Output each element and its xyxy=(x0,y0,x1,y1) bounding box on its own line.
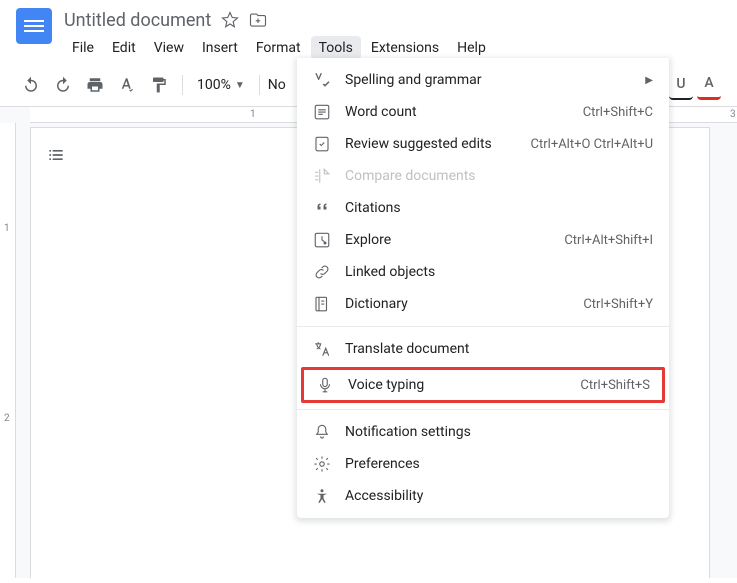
vertical-ruler[interactable]: 123 xyxy=(0,123,16,578)
font-family-truncated[interactable]: No xyxy=(268,77,286,93)
menu-item-label: Voice typing xyxy=(348,377,566,393)
menu-tools[interactable]: Tools xyxy=(311,36,361,60)
menu-item-shortcut: Ctrl+Alt+O Ctrl+Alt+U xyxy=(531,137,653,152)
ruler-tick: 3 xyxy=(730,109,736,120)
menu-item-accessibility[interactable]: Accessibility xyxy=(297,480,669,512)
menu-item-shortcut: Ctrl+Alt+Shift+I xyxy=(564,233,653,248)
linked-icon xyxy=(313,263,331,281)
move-icon[interactable] xyxy=(249,11,267,29)
document-title[interactable]: Untitled document xyxy=(64,10,211,31)
spellcheck-button[interactable] xyxy=(112,70,142,100)
menu-item-voice-typing[interactable]: Voice typing Ctrl+Shift+S xyxy=(301,367,665,403)
menu-help[interactable]: Help xyxy=(449,36,494,60)
redo-button[interactable] xyxy=(48,70,78,100)
menu-item-linked-objects[interactable]: Linked objects xyxy=(297,256,669,288)
chevron-down-icon: ▼ xyxy=(235,80,245,91)
text-color-button[interactable]: A xyxy=(697,70,721,100)
zoom-value: 100% xyxy=(197,77,231,93)
menu-item-shortcut: Ctrl+Shift+S xyxy=(580,378,650,393)
menu-item-preferences[interactable]: Preferences xyxy=(297,448,669,480)
menu-extensions[interactable]: Extensions xyxy=(363,36,447,60)
undo-button[interactable] xyxy=(16,70,46,100)
menu-item-compare-documents: Compare documents xyxy=(297,160,669,192)
menu-separator xyxy=(297,409,669,410)
menu-item-label: Citations xyxy=(345,200,653,216)
menu-view[interactable]: View xyxy=(146,36,192,60)
menu-item-explore[interactable]: Explore Ctrl+Alt+Shift+I xyxy=(297,224,669,256)
compare-icon xyxy=(313,167,331,185)
menu-insert[interactable]: Insert xyxy=(194,36,246,60)
menu-item-dictionary[interactable]: Dictionary Ctrl+Shift+Y xyxy=(297,288,669,320)
menu-item-label: Spelling and grammar xyxy=(345,72,631,88)
accessibility-icon xyxy=(313,487,331,505)
spellcheck-icon xyxy=(313,71,331,89)
menu-item-shortcut: Ctrl+Shift+C xyxy=(583,105,653,120)
title-row: Untitled document xyxy=(64,8,721,32)
chevron-right-icon: ▶ xyxy=(645,75,653,86)
toolbar-separator xyxy=(259,75,260,95)
menu-item-label: Explore xyxy=(345,232,550,248)
star-icon[interactable] xyxy=(221,11,239,29)
explore-icon xyxy=(313,231,331,249)
menu-item-citations[interactable]: Citations xyxy=(297,192,669,224)
menu-format[interactable]: Format xyxy=(248,36,309,60)
menu-item-label: Notification settings xyxy=(345,424,653,440)
voice-icon xyxy=(316,376,334,394)
preferences-icon xyxy=(313,455,331,473)
outline-toggle-button[interactable] xyxy=(40,139,72,171)
print-button[interactable] xyxy=(80,70,110,100)
menu-item-notification-settings[interactable]: Notification settings xyxy=(297,416,669,448)
menu-item-spelling-and-grammar[interactable]: Spelling and grammar ▶ xyxy=(297,64,669,96)
menu-item-word-count[interactable]: Word count Ctrl+Shift+C xyxy=(297,96,669,128)
zoom-dropdown[interactable]: 100% ▼ xyxy=(191,77,251,93)
docs-logo-icon[interactable] xyxy=(16,8,52,44)
toolbar-separator xyxy=(182,75,183,95)
menu-item-label: Dictionary xyxy=(345,296,569,312)
menu-item-label: Review suggested edits xyxy=(345,136,517,152)
underline-button[interactable]: U xyxy=(669,70,693,100)
menu-item-shortcut: Ctrl+Shift+Y xyxy=(583,297,653,312)
notification-icon xyxy=(313,423,331,441)
translate-icon xyxy=(313,340,331,358)
ruler-tick: 1 xyxy=(250,109,256,120)
menu-item-label: Translate document xyxy=(345,341,653,357)
menu-edit[interactable]: Edit xyxy=(104,36,144,60)
menu-item-label: Word count xyxy=(345,104,569,120)
menu-item-label: Compare documents xyxy=(345,168,653,184)
citations-icon xyxy=(313,199,331,217)
menu-item-label: Preferences xyxy=(345,456,653,472)
wordcount-icon xyxy=(313,103,331,121)
menu-item-translate-document[interactable]: Translate document xyxy=(297,333,669,365)
dictionary-icon xyxy=(313,295,331,313)
menu-file[interactable]: File xyxy=(64,36,102,60)
ruler-tick: 1 xyxy=(4,223,10,234)
menu-item-label: Linked objects xyxy=(345,264,653,280)
menubar: FileEditViewInsertFormatToolsExtensionsH… xyxy=(64,36,721,60)
paint-format-button[interactable] xyxy=(144,70,174,100)
menu-separator xyxy=(297,326,669,327)
menu-item-label: Accessibility xyxy=(345,488,653,504)
tools-menu: Spelling and grammar ▶ Word count Ctrl+Shif… xyxy=(297,58,669,518)
review-icon xyxy=(313,135,331,153)
title-area: Untitled document FileEditViewInsertForm… xyxy=(64,8,721,60)
ruler-tick: 2 xyxy=(4,413,10,424)
header: Untitled document FileEditViewInsertForm… xyxy=(0,0,737,60)
menu-item-review-suggested-edits[interactable]: Review suggested edits Ctrl+Alt+O Ctrl+Al… xyxy=(297,128,669,160)
